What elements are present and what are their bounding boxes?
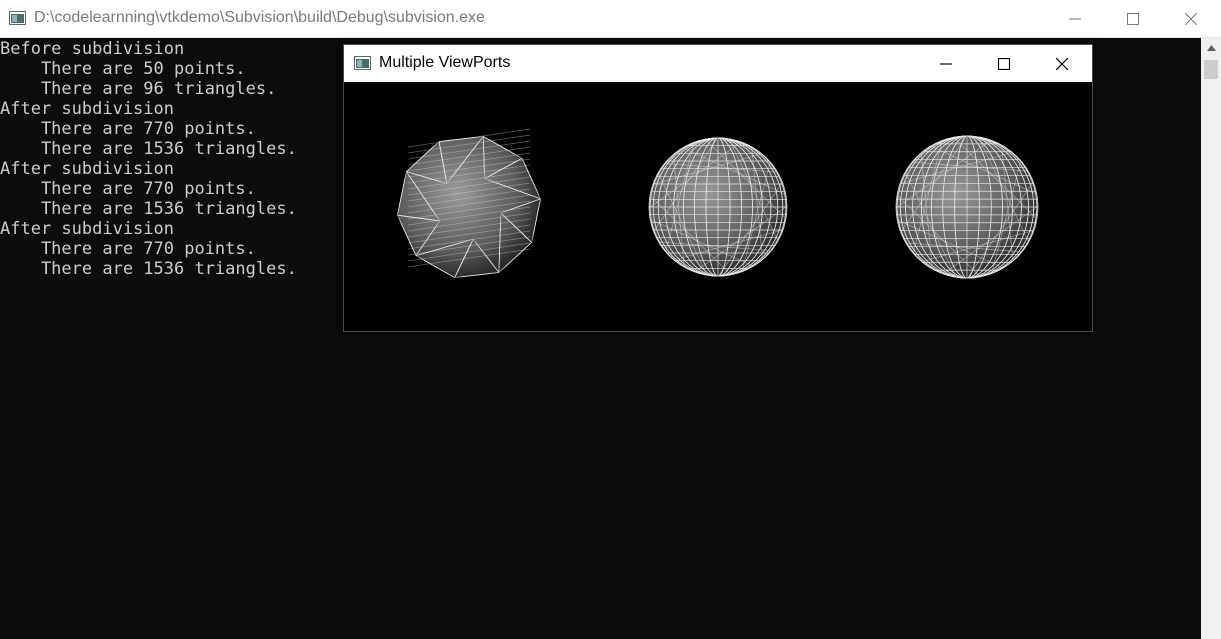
maximize-icon: [1127, 13, 1139, 25]
console-app-icon: [9, 11, 26, 25]
console-scrollbar[interactable]: [1201, 38, 1221, 639]
console-line: Before subdivision: [0, 39, 185, 59]
close-icon: [1056, 57, 1068, 70]
render-area[interactable]: [344, 82, 1092, 331]
scroll-up-button[interactable]: [1201, 38, 1221, 58]
render-window[interactable]: Multiple ViewPorts: [343, 44, 1093, 332]
close-icon: [1185, 13, 1197, 25]
render-window-titlebar[interactable]: Multiple ViewPorts: [344, 45, 1092, 82]
console-line: There are 770 points.: [0, 179, 256, 199]
scroll-thumb[interactable]: [1204, 60, 1218, 79]
chevron-up-icon: [1206, 45, 1216, 51]
viewport-subdivided-mesh-1[interactable]: [593, 82, 842, 331]
render-minimize-button[interactable]: [917, 45, 975, 82]
render-close-button[interactable]: [1033, 45, 1091, 82]
maximize-icon: [998, 57, 1010, 70]
console-close-button[interactable]: [1162, 0, 1220, 38]
console-minimize-button[interactable]: [1046, 0, 1104, 38]
console-line: There are 770 points.: [0, 239, 256, 259]
console-line: There are 50 points.: [0, 59, 246, 79]
console-line: There are 1536 triangles.: [0, 259, 297, 279]
console-line: After subdivision: [0, 99, 174, 119]
minimize-icon: [1069, 18, 1081, 20]
console-window-title: D:\codelearnning\vtkdemo\Subvision\build…: [34, 9, 485, 26]
console-line: There are 1536 triangles.: [0, 199, 297, 219]
console-line: After subdivision: [0, 159, 174, 179]
console-maximize-button[interactable]: [1104, 0, 1162, 38]
viewport-original-mesh[interactable]: [344, 82, 593, 331]
viewport-subdivided-mesh-2[interactable]: [842, 82, 1091, 331]
minimize-icon: [940, 62, 952, 65]
console-line: There are 1536 triangles.: [0, 139, 297, 159]
console-line: There are 770 points.: [0, 119, 256, 139]
render-window-title: Multiple ViewPorts: [379, 54, 511, 71]
console-line: After subdivision: [0, 219, 174, 239]
render-maximize-button[interactable]: [975, 45, 1033, 82]
vtk-app-icon: [354, 56, 371, 70]
console-line: There are 96 triangles.: [0, 79, 277, 99]
console-titlebar: D:\codelearnning\vtkdemo\Subvision\build…: [0, 0, 1221, 38]
